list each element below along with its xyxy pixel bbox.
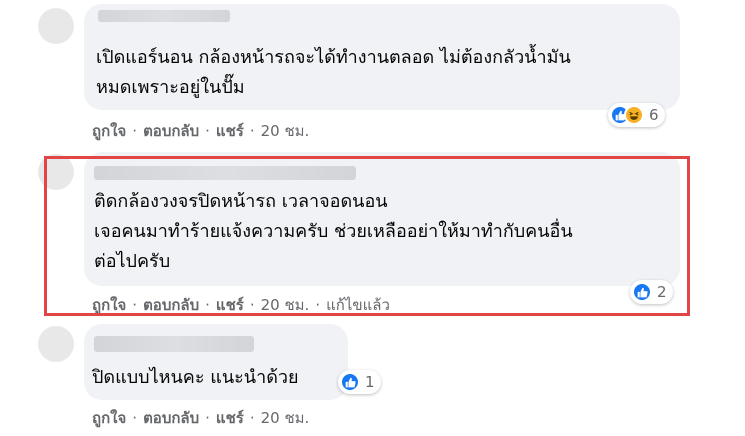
comment-text-line: หมดเพราะอยู่ในปั๊ม <box>96 77 245 98</box>
haha-icon <box>624 105 644 125</box>
highlight-box <box>44 156 690 316</box>
comment-actions: ถูกใจ · ตอบกลับ · แชร์ · 20 ชม. <box>92 409 310 427</box>
reaction-summary[interactable]: 1 <box>338 370 381 394</box>
share-action[interactable]: แชร์ <box>216 122 244 140</box>
avatar[interactable] <box>38 8 74 44</box>
comment-text-line: ปิดแบบไหนคะ แนะนำด้วย <box>92 367 299 388</box>
share-action[interactable]: แชร์ <box>216 409 244 427</box>
reaction-summary[interactable]: 6 <box>608 103 665 127</box>
reply-action[interactable]: ตอบกลับ <box>143 122 199 140</box>
timestamp[interactable]: 20 ชม. <box>261 122 310 140</box>
reaction-count: 6 <box>649 106 659 124</box>
like-icon <box>340 372 360 392</box>
timestamp[interactable]: 20 ชม. <box>261 409 310 427</box>
reaction-count: 1 <box>365 373 375 391</box>
comment-bubble: เปิดแอร์นอน กล้องหน้ารถจะได้ทำงานตลอด ไม… <box>84 4 680 110</box>
like-action[interactable]: ถูกใจ <box>92 409 126 427</box>
comment-bubble: ปิดแบบไหนคะ แนะนำด้วย <box>84 324 348 400</box>
comment-actions: ถูกใจ · ตอบกลับ · แชร์ · 20 ชม. <box>92 122 310 140</box>
comment-text-line: เปิดแอร์นอน กล้องหน้ารถจะได้ทำงานตลอด ไม… <box>96 47 571 68</box>
reply-action[interactable]: ตอบกลับ <box>143 409 199 427</box>
author-name-blurred[interactable] <box>94 336 254 352</box>
like-action[interactable]: ถูกใจ <box>92 122 126 140</box>
author-name-blurred[interactable] <box>98 10 230 22</box>
avatar[interactable] <box>38 326 74 362</box>
